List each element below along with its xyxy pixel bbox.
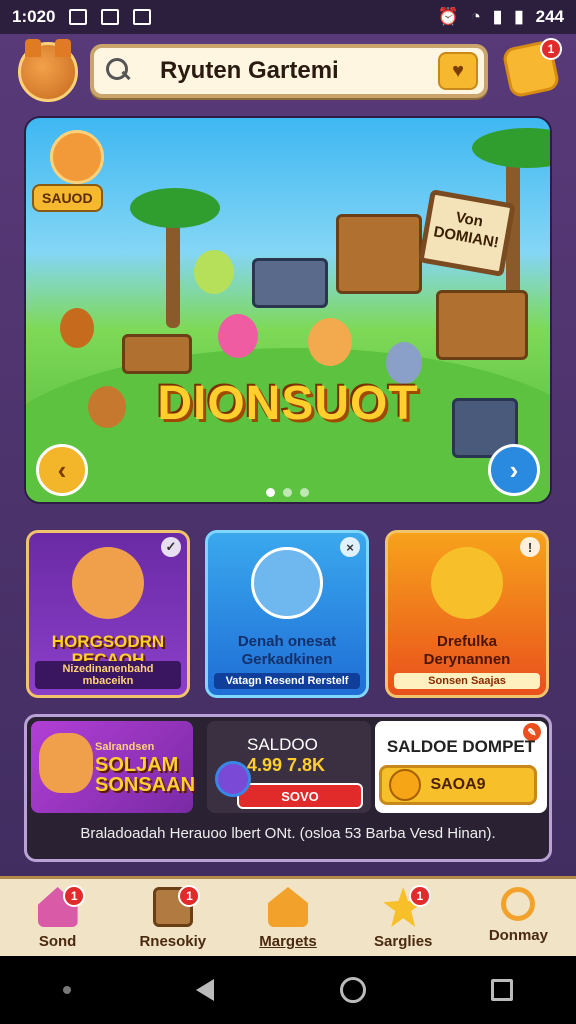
search-bar[interactable]: Ryuten Gartemi ♥: [90, 44, 488, 98]
signal-icon: ▮: [492, 7, 503, 26]
nav-label: Donmay: [488, 927, 548, 944]
produce-cart: [122, 334, 192, 374]
promo-title: Salrandsen: [95, 741, 155, 753]
status-time: 1:020: [12, 7, 56, 26]
assistant-dot-icon[interactable]: [62, 986, 71, 994]
market-stall: [336, 214, 422, 294]
system-nav-bar: [0, 956, 576, 1024]
notification-icon: [133, 9, 152, 25]
carousel-dot[interactable]: [300, 488, 309, 497]
coin-icon: [389, 769, 421, 801]
carousel-dot[interactable]: [283, 488, 292, 497]
hero-mascot-logo: [50, 130, 104, 184]
app-header: Ryuten Gartemi ♥ 1: [18, 38, 562, 104]
search-input[interactable]: Ryuten Gartemi: [160, 57, 339, 85]
chevron-left-icon[interactable]: ‹: [36, 444, 88, 496]
search-icon: [106, 58, 132, 84]
promo-headline: SOLJAM SONSAAN: [95, 754, 196, 796]
card-character: [431, 547, 503, 619]
nav-badge: 1: [408, 885, 431, 907]
nav-item-search[interactable]: Donmay: [461, 879, 576, 956]
feature-card[interactable]: × Denah onesat Gerkadkinen Vatagn Resend…: [205, 530, 369, 698]
saldo-label: SALDOO: [247, 735, 318, 754]
water-cart: [252, 258, 328, 308]
heart-icon[interactable]: ♥: [438, 52, 478, 90]
nav-item-inventory[interactable]: 1 Rnesokiy: [115, 879, 230, 956]
card-character: [251, 547, 323, 619]
battery-text: 244: [535, 7, 564, 26]
check-icon[interactable]: ✓: [161, 537, 181, 557]
promo-banner[interactable]: Salrandsen SOLJAM SONSAAN: [31, 721, 196, 813]
nav-label: Margets: [259, 933, 317, 950]
carousel-dots: [266, 488, 309, 497]
image-icon: [101, 9, 120, 25]
close-icon[interactable]: ×: [340, 537, 360, 557]
nav-item-rewards[interactable]: 1 Sarglies: [346, 879, 461, 956]
hero-tag: SAUOD: [32, 184, 103, 212]
character-pink: [218, 314, 258, 358]
card-title: Denah onesat Gerkadkinen: [237, 633, 337, 668]
palm-leaves: [472, 128, 550, 168]
nav-label: Sond: [38, 933, 77, 950]
wifi-icon: ◔: [470, 7, 481, 26]
nav-label: Sarglies: [374, 933, 433, 950]
wallet-note: Braladoadah Herauoo lbert ONt. (osloa 53…: [80, 825, 496, 842]
status-bar: 1:020 ⏰ ◔ ▮ ▮ 244: [0, 0, 576, 34]
nav-label: Rnesokiy: [139, 933, 207, 950]
palm-leaves: [130, 188, 220, 228]
nav-item-market[interactable]: Margets: [230, 879, 345, 956]
saldo-value: 4.99 7.8K: [247, 755, 326, 775]
hero-title: DIONSUOT: [157, 377, 419, 430]
saldo-box: SALDOO 4.99 7.8K SOVO: [207, 721, 371, 813]
feature-card[interactable]: ✓ HORGSODRN PECAOH Nizedinanenbahd mbace…: [26, 530, 190, 698]
character-bear: [194, 250, 234, 294]
home-icon[interactable]: [339, 977, 366, 1003]
feature-card[interactable]: ! Drefulka Derynannen Sonsen Saajas: [385, 530, 549, 698]
character-fox: [60, 308, 94, 348]
gallery-icon: [69, 9, 88, 25]
nav-badge: 1: [63, 885, 86, 907]
notification-badge: 1: [540, 38, 562, 60]
info-icon[interactable]: !: [520, 537, 540, 557]
character-cat: [308, 318, 352, 366]
wallet-panel: Salrandsen SOLJAM SONSAAN SALDOO 4.99 7.…: [24, 714, 552, 862]
hero-banner[interactable]: SAUOD Von DOMIAN! DIONSUOT ‹ ›: [24, 116, 552, 504]
magnifier-icon: [501, 887, 536, 921]
dompet-box: ✎ SALDOE DOMPET SAOA9: [375, 721, 547, 813]
saldo-button[interactable]: SOVO: [237, 783, 363, 809]
carousel-dot[interactable]: [266, 488, 275, 497]
card-title: Drefulka Derynannen: [423, 633, 511, 668]
alarm-icon: ⏰: [437, 7, 459, 26]
chevron-right-icon[interactable]: ›: [488, 444, 540, 496]
recents-icon[interactable]: [491, 979, 514, 1001]
card-character: [72, 547, 144, 619]
gem-coin-icon: [215, 761, 251, 797]
promo-character: [39, 733, 93, 793]
hero-sign: Von DOMIAN!: [418, 189, 516, 277]
market-stall: [436, 290, 528, 360]
back-icon[interactable]: [196, 979, 215, 1001]
avatar[interactable]: [18, 39, 78, 102]
battery-icon: ▮: [514, 7, 524, 26]
nav-badge: 1: [178, 885, 201, 907]
card-subtitle: Vatagn Resend Rerstelf: [214, 673, 360, 689]
nav-item-home[interactable]: 1 Sond: [0, 879, 115, 956]
dompet-label: SALDOE DOMPET: [386, 737, 536, 756]
notification-button[interactable]: 1: [501, 38, 562, 99]
card-subtitle: Nizedinanenbahd mbaceikn: [35, 661, 181, 689]
shop-icon: [268, 887, 308, 927]
bottom-nav: 1 Sond 1 Rnesokiy Margets 1 Sarglies Don…: [0, 876, 576, 956]
card-subtitle: Sonsen Saajas: [394, 673, 540, 689]
